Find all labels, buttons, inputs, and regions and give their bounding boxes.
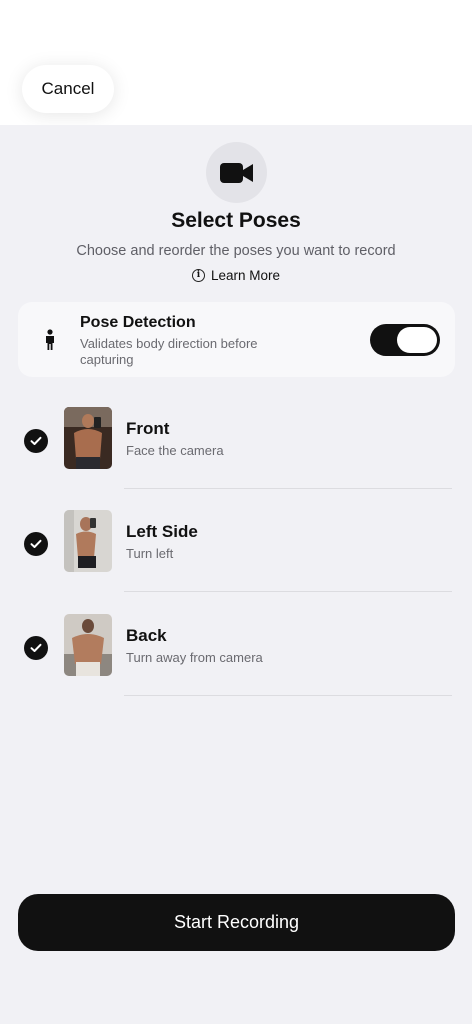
toggle-knob (397, 327, 437, 353)
pose-description: Turn left (126, 546, 174, 561)
video-icon-circle (206, 142, 267, 203)
pose-checkbox-left-side[interactable] (24, 532, 48, 556)
pose-detection-title: Pose Detection (80, 314, 196, 331)
top-bar: Cancel (0, 0, 472, 125)
checkmark-icon (30, 436, 42, 445)
row-divider (124, 488, 452, 489)
checkmark-icon (30, 539, 42, 548)
pose-name: Left Side (126, 522, 198, 541)
video-camera-icon (219, 162, 253, 183)
pose-name: Back (126, 626, 167, 645)
pose-checkbox-front[interactable] (24, 429, 48, 453)
person-icon (46, 329, 54, 350)
row-divider (124, 695, 452, 696)
row-divider (124, 591, 452, 592)
checkmark-icon (30, 643, 42, 652)
pose-thumbnail-back (64, 614, 112, 676)
cancel-button[interactable]: Cancel (22, 65, 114, 113)
pose-detection-toggle[interactable] (370, 324, 440, 356)
learn-more-label: Learn More (210, 268, 281, 283)
pose-row-left-side[interactable]: Left Side Turn left (0, 510, 472, 614)
page-title: Select Poses (171, 209, 301, 232)
learn-more-link[interactable]: i Learn More (0, 268, 472, 283)
start-recording-button[interactable]: Start Recording (18, 894, 455, 951)
pose-thumbnail-front (64, 407, 112, 469)
pose-row-back[interactable]: Back Turn away from camera (0, 614, 472, 718)
page-subtitle: Choose and reorder the poses you want to… (76, 243, 396, 259)
pose-description: Turn away from camera (126, 650, 263, 665)
info-icon: i (191, 269, 205, 282)
pose-description: Face the camera (126, 443, 224, 458)
pose-row-front[interactable]: Front Face the camera (0, 407, 472, 511)
pose-selection-sheet: Select Poses Choose and reorder the pose… (0, 125, 472, 1024)
pose-checkbox-back[interactable] (24, 636, 48, 660)
pose-detection-description: Validates body direction before capturin… (80, 336, 258, 367)
pose-thumbnail-left-side (64, 510, 112, 572)
pose-name: Front (126, 419, 170, 438)
pose-detection-card: Pose Detection Validates body direction … (18, 302, 455, 377)
